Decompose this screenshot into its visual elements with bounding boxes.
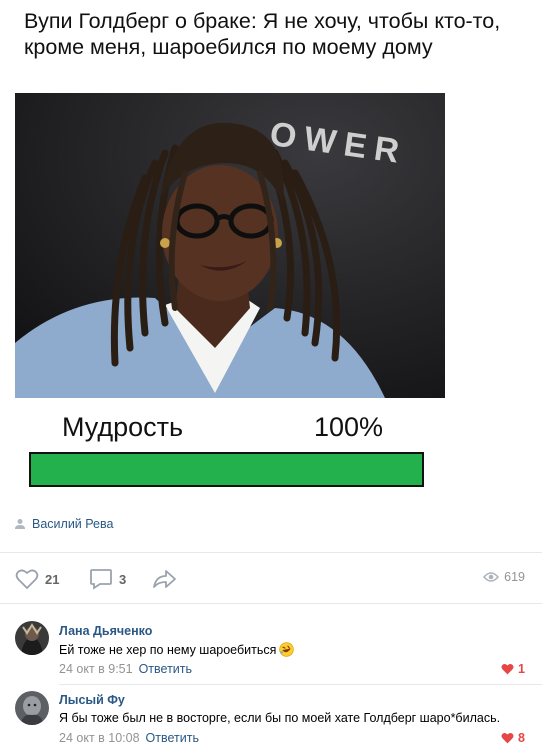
comment-text-content: Ей тоже не хер по нему шароебиться [59,643,277,657]
reply-link[interactable]: Ответить [146,731,199,745]
meme-photo: OWER [15,93,445,398]
comment-author[interactable]: Лана Дьяченко [59,624,152,638]
like-button[interactable]: 21 [15,568,59,590]
heart-icon [501,663,514,675]
meme-caption: Вупи Голдберг о браке: Я не хочу, чтобы … [24,9,501,59]
comment-author[interactable]: Лысый Фу [59,693,125,707]
comment-meta: 24 окт в 9:51 Ответить [59,662,192,676]
user-icon [15,519,25,529]
comment-like-count: 1 [518,662,525,676]
comment-meta: 24 окт в 10:08 Ответить [59,731,199,745]
rofl-emoji-icon [279,642,295,657]
comment-like-count: 8 [518,731,525,745]
post-actions: 21 3 619 [0,560,542,596]
wisdom-value: 100% [314,412,384,442]
eye-icon [483,572,500,582]
share-icon [153,570,176,588]
heart-icon [15,569,39,590]
divider [0,552,542,553]
like-count: 21 [45,571,60,587]
wisdom-progress-bar [29,452,424,487]
comment-time[interactable]: 24 окт в 10:08 [59,731,140,745]
avatar[interactable] [15,691,49,725]
reply-link[interactable]: Ответить [139,662,192,676]
divider [59,684,542,685]
comment-text: Я бы тоже был не в восторге, если бы по … [59,711,501,725]
post-author[interactable]: Василий Рева [14,517,113,531]
wisdom-label: Мудрость [62,412,184,442]
comment-count: 3 [119,571,127,587]
post-author-name[interactable]: Василий Рева [32,517,113,531]
comment-item: Лана Дьяченко Ей тоже не хер по нему шар… [0,618,542,684]
comment-time[interactable]: 24 окт в 9:51 [59,662,133,676]
views-counter: 619 [483,570,525,584]
comment-item: Лысый Фу Я бы тоже был не в восторге, ес… [0,687,542,755]
comment-button[interactable]: 3 [89,568,126,590]
comment-like-button[interactable]: 1 [501,662,525,676]
divider [0,603,542,604]
comment-icon [90,569,112,590]
avatar[interactable] [15,621,49,655]
share-button[interactable] [152,568,178,590]
views-count: 619 [504,570,525,584]
heart-icon [501,732,514,744]
comment-like-button[interactable]: 8 [501,731,525,745]
wisdom-progress-fill [31,454,422,485]
comment-text: Ей тоже не хер по нему шароебиться [59,642,295,657]
